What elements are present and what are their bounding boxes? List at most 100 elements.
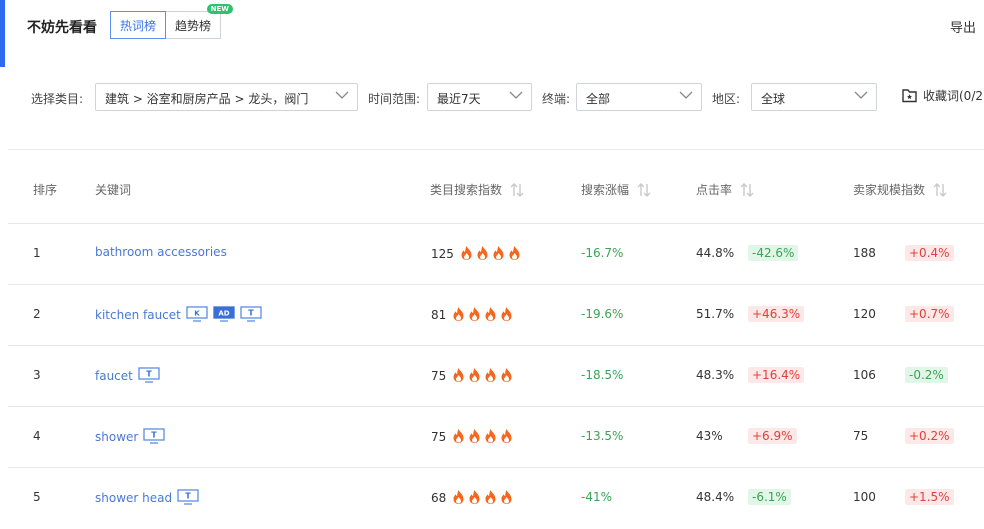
ad-icon[interactable]: AD — [213, 306, 235, 325]
search-index-value: 125 — [431, 247, 454, 261]
tab-trending-label: 趋势榜 — [175, 19, 212, 33]
sort-icon — [740, 183, 754, 197]
time-value: 最近7天 — [437, 92, 481, 106]
ctr-change-badge: -6.1% — [748, 489, 791, 505]
table-row: 5 shower head T 68 -41% 48.4% -6.1% 100 +1.5% — [8, 467, 984, 529]
svg-text:T: T — [146, 370, 152, 379]
col-search-index-label: 类目搜索指数 — [430, 183, 503, 197]
search-index-value: 68 — [431, 491, 447, 505]
seller-index-value: 75 — [853, 429, 869, 443]
sort-icon — [510, 183, 524, 197]
region-select[interactable]: 全球 — [751, 83, 877, 111]
search-index-cell: 75 — [431, 367, 515, 383]
divider — [8, 149, 984, 150]
seller-index-value: 100 — [853, 490, 876, 504]
chevron-down-icon — [854, 91, 868, 99]
col-seller-index[interactable]: 卖家规模指数 — [853, 181, 947, 198]
ctr-change-cell: +46.3% — [748, 306, 805, 322]
ctr-change-badge: +16.4% — [748, 367, 805, 383]
keyword-link[interactable]: shower — [95, 430, 138, 444]
ctr-value: 48.3% — [696, 368, 735, 382]
seller-change-cell: +1.5% — [905, 489, 954, 505]
search-index-value: 81 — [431, 308, 447, 322]
col-search-growth[interactable]: 搜索涨幅 — [581, 181, 651, 198]
chevron-down-icon — [335, 91, 349, 99]
region-value: 全球 — [761, 92, 786, 106]
col-rank: 排序 — [33, 183, 58, 197]
seller-change-cell: +0.7% — [905, 306, 954, 322]
search-index-cell: 125 — [431, 245, 523, 261]
seller-index-value: 188 — [853, 246, 876, 260]
keyword-cell: kitchen faucet K AD T — [95, 306, 262, 325]
favorites-button[interactable]: 收藏词(0/2 — [902, 87, 983, 104]
seller-change-cell: -0.2% — [905, 367, 948, 383]
keyword-link[interactable]: shower head — [95, 491, 172, 505]
keyword-link[interactable]: faucet — [95, 369, 133, 383]
col-ctr[interactable]: 点击率 — [696, 181, 754, 198]
ctr-value: 51.7% — [696, 307, 735, 321]
category-value: 建筑 > 浴室和厨房产品 > 龙头，阀门 — [105, 92, 309, 106]
seller-change-cell: +0.4% — [905, 245, 954, 261]
rank-cell: 5 — [33, 490, 41, 504]
tv-icon[interactable]: T — [177, 489, 199, 508]
search-index-value: 75 — [431, 430, 447, 444]
keyword-cell: faucet T — [95, 367, 160, 386]
heat-flames-icon — [453, 429, 512, 443]
table-row: 4 shower T 75 -13.5% 43% +6.9% 75 +0.2% — [8, 406, 984, 468]
ctr-change-cell: +16.4% — [748, 367, 805, 383]
svg-text:T: T — [248, 309, 254, 318]
keyword-icon[interactable]: K — [186, 306, 208, 325]
sort-icon — [933, 183, 947, 197]
search-index-cell: 75 — [431, 428, 515, 444]
table-header: 排序 关键词 类目搜索指数 搜索涨幅 点击率 卖家规模指数 — [0, 181, 984, 201]
sort-icon — [637, 183, 651, 197]
rank-cell: 2 — [33, 307, 41, 321]
keyword-link[interactable]: bathroom accessories — [95, 245, 227, 259]
col-keyword: 关键词 — [95, 183, 132, 197]
tab-trending[interactable]: 趋势榜 NEW — [166, 4, 234, 39]
svg-text:AD: AD — [218, 310, 229, 318]
seller-change-cell: +0.2% — [905, 428, 954, 444]
export-button[interactable]: 导出 — [950, 17, 976, 36]
search-index-value: 75 — [431, 369, 447, 383]
favorites-folder-icon — [902, 89, 917, 103]
tv-icon[interactable]: T — [138, 367, 160, 386]
svg-text:T: T — [152, 431, 158, 440]
terminal-label: 终端: — [542, 92, 571, 106]
ctr-value: 43% — [696, 429, 723, 443]
page-title: 不妨先看看 — [27, 20, 97, 36]
heat-flames-icon — [461, 246, 520, 260]
search-growth-value: -19.6% — [581, 307, 624, 321]
ctr-change-badge: +6.9% — [748, 428, 797, 444]
col-seller-index-label: 卖家规模指数 — [853, 183, 926, 197]
ctr-change-cell: +6.9% — [748, 428, 797, 444]
seller-change-badge: -0.2% — [905, 367, 948, 383]
tv-icon[interactable]: T — [143, 428, 165, 447]
heat-flames-icon — [453, 307, 512, 321]
category-label: 选择类目: — [31, 92, 84, 106]
ctr-change-cell: -6.1% — [748, 489, 791, 505]
accent-bar — [0, 0, 5, 67]
ranking-tabs: 热词榜 趋势榜 NEW — [110, 4, 234, 39]
keyword-cell: bathroom accessories — [95, 245, 227, 259]
seller-index-value: 106 — [853, 368, 876, 382]
time-select[interactable]: 最近7天 — [427, 83, 532, 111]
search-index-cell: 81 — [431, 306, 515, 322]
seller-change-badge: +0.7% — [905, 306, 954, 322]
table-row: 3 faucet T 75 -18.5% 48.3% +16.4% 106 -0.2% — [8, 345, 984, 407]
heat-flames-icon — [453, 490, 512, 504]
search-index-cell: 68 — [431, 489, 515, 505]
tab-hot-words[interactable]: 热词榜 — [110, 11, 167, 39]
ctr-value: 48.4% — [696, 490, 735, 504]
terminal-select[interactable]: 全部 — [576, 83, 702, 111]
table-row: 2 kitchen faucet K AD T 81 -19.6% 51.7% +46.3% 12… — [8, 284, 984, 346]
keyword-link[interactable]: kitchen faucet — [95, 308, 181, 322]
ctr-change-cell: -42.6% — [748, 245, 799, 261]
tv-icon[interactable]: T — [240, 306, 262, 325]
seller-index-value: 120 — [853, 307, 876, 321]
new-badge: NEW — [206, 4, 234, 14]
rank-cell: 1 — [33, 246, 41, 260]
rank-cell: 3 — [33, 368, 41, 382]
category-select[interactable]: 建筑 > 浴室和厨房产品 > 龙头，阀门 — [95, 83, 358, 111]
col-search-index[interactable]: 类目搜索指数 — [430, 181, 524, 198]
